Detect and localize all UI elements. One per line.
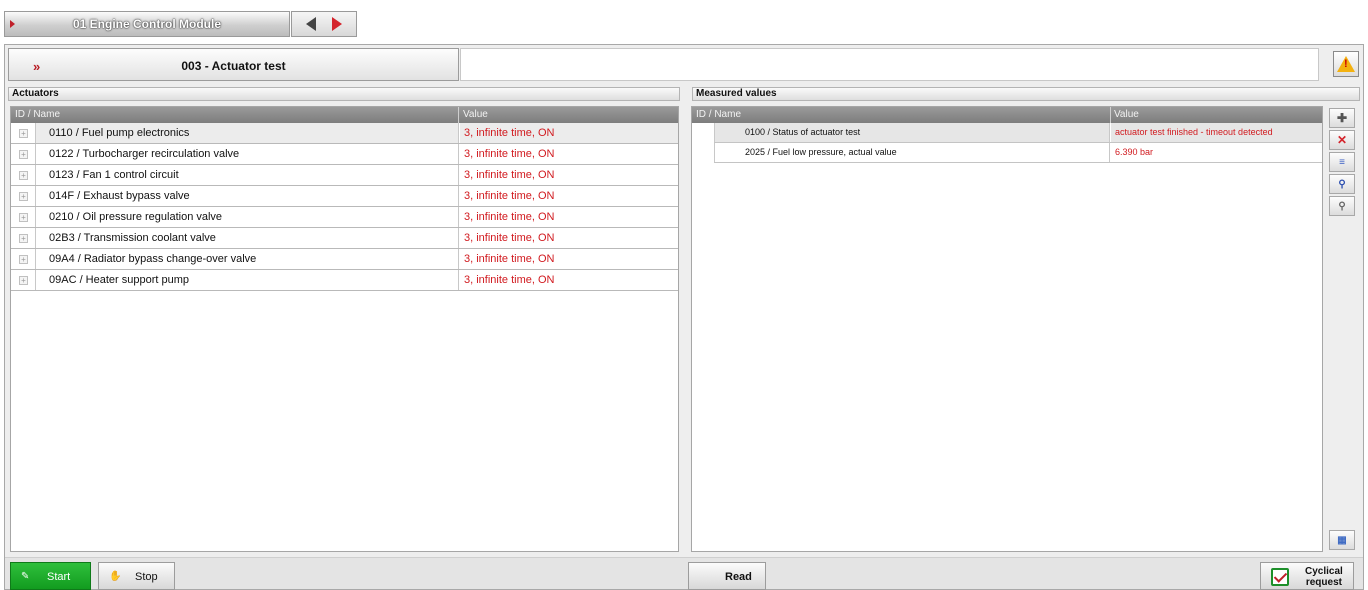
actuator-value: 3, infinite time, ON [464, 169, 555, 181]
warning-button[interactable] [1333, 51, 1359, 77]
measured-list: 0100 / Status of actuator test actuator … [692, 123, 1322, 163]
measured-column-header: ID / Name Value [692, 107, 1322, 123]
actuator-value: 3, infinite time, ON [464, 274, 555, 286]
arrow-right-icon[interactable] [332, 17, 342, 31]
delete-button[interactable]: ✕ [1329, 130, 1355, 150]
list-item[interactable]: + 0122 / Turbocharger recirculation valv… [11, 144, 678, 165]
graph-button[interactable]: ▦ [1329, 530, 1355, 550]
measured-value: actuator test finished - timeout detecte… [1111, 123, 1322, 142]
main-frame: » 003 - Actuator test Actuators ID / Nam… [4, 44, 1364, 590]
page-title: 003 - Actuator test [181, 59, 286, 73]
actuator-name: 0210 / Oil pressure regulation valve [35, 207, 459, 227]
start-icon: ✎ [21, 571, 30, 582]
read-button[interactable]: Read [688, 562, 766, 590]
expand-icon[interactable]: + [19, 150, 28, 159]
binoculars-next-icon: ⚲ [1338, 200, 1346, 212]
column-value[interactable]: Value [463, 109, 488, 120]
cyclical-request-button[interactable]: Cyclical request [1260, 562, 1354, 590]
cyclical-request-label: Cyclical request [1305, 566, 1343, 588]
actuator-name: 0110 / Fuel pump electronics [35, 123, 459, 143]
module-nav [291, 11, 357, 37]
expand-icon[interactable]: + [19, 129, 28, 138]
stop-button[interactable]: ✋ Stop [98, 562, 175, 590]
actuator-value: 3, infinite time, ON [464, 211, 555, 223]
cyclical-line1: Cyclical [1305, 566, 1343, 577]
actuator-value: 3, infinite time, ON [464, 190, 555, 202]
list-item[interactable]: 2025 / Fuel low pressure, actual value 6… [692, 143, 1322, 163]
list-item[interactable]: + 014F / Exhaust bypass valve 3, infinit… [11, 186, 678, 207]
list-item[interactable]: + 0110 / Fuel pump electronics 3, infini… [11, 123, 678, 144]
actuator-name: 09AC / Heater support pump [35, 270, 459, 290]
arrow-left-icon[interactable] [306, 17, 316, 31]
function-title-button[interactable]: » 003 - Actuator test [8, 48, 459, 81]
title-spacer [460, 48, 1319, 81]
cyclical-line2: request [1305, 577, 1342, 588]
actuators-panel: ID / Name Value + 0110 / Fuel pump elect… [10, 106, 679, 552]
actuator-name: 0123 / Fan 1 control circuit [35, 165, 459, 185]
row-gutter [692, 123, 714, 143]
expand-icon[interactable]: + [19, 276, 28, 285]
column-id-name[interactable]: ID / Name [696, 109, 741, 120]
module-label: 01 Engine Control Module [72, 17, 221, 31]
column-id-name[interactable]: ID / Name [15, 109, 60, 120]
module-button[interactable]: 01 Engine Control Module [4, 11, 290, 37]
actuator-value: 3, infinite time, ON [460, 123, 678, 143]
list-item[interactable]: + 02B3 / Transmission coolant valve 3, i… [11, 228, 678, 249]
start-button[interactable]: ✎ Start [10, 562, 91, 590]
actuator-name: 0122 / Turbocharger recirculation valve [35, 144, 459, 164]
column-separator [458, 107, 459, 123]
expand-icon[interactable]: + [19, 234, 28, 243]
footer-toolbar: ✎ Start ✋ Stop Read Cyclical request [5, 557, 1363, 590]
expand-icon[interactable]: + [19, 255, 28, 264]
checkbox-checked-icon [1271, 568, 1289, 586]
delete-icon: ✕ [1336, 133, 1348, 147]
row-gutter [692, 143, 714, 163]
column-value[interactable]: Value [1114, 109, 1139, 120]
list-item[interactable]: + 09AC / Heater support pump 3, infinite… [11, 270, 678, 291]
actuator-name: 09A4 / Radiator bypass change-over valve [35, 249, 459, 269]
actuator-name: 014F / Exhaust bypass valve [35, 186, 459, 206]
actuators-column-header: ID / Name Value [11, 107, 678, 123]
list-item[interactable]: + 0210 / Oil pressure regulation valve 3… [11, 207, 678, 228]
search-next-button[interactable]: ⚲ [1329, 196, 1355, 216]
column-separator [1110, 107, 1111, 123]
actuator-name: 02B3 / Transmission coolant valve [35, 228, 459, 248]
list-item[interactable]: 0100 / Status of actuator test actuator … [692, 123, 1322, 143]
title-bar: » 003 - Actuator test [5, 45, 1363, 85]
measured-value: 6.390 bar [1115, 147, 1154, 157]
add-button[interactable]: ✚ [1329, 108, 1355, 128]
actuator-value: 3, infinite time, ON [464, 232, 555, 244]
actuators-header: Actuators [8, 87, 680, 101]
list-item[interactable]: + 0123 / Fan 1 control circuit 3, infini… [11, 165, 678, 186]
delete-all-button[interactable]: ≡ [1329, 152, 1355, 172]
search-button[interactable]: ⚲ [1329, 174, 1355, 194]
graph-icon: ▦ [1337, 534, 1347, 546]
list-item[interactable]: + 09A4 / Radiator bypass change-over val… [11, 249, 678, 270]
read-label: Read [725, 571, 752, 583]
add-icon: ✚ [1336, 111, 1348, 125]
warning-icon [1337, 56, 1355, 72]
measured-name: 2025 / Fuel low pressure, actual value [714, 143, 1110, 162]
tool-strip: ✚ ✕ ≡ ⚲ ⚲ ▦ [1325, 106, 1359, 552]
expand-icon[interactable]: + [19, 171, 28, 180]
binoculars-icon: ⚲ [1338, 178, 1346, 190]
expand-icon[interactable]: + [19, 192, 28, 201]
actuators-list: + 0110 / Fuel pump electronics 3, infini… [11, 123, 678, 291]
expand-icon[interactable]: + [19, 213, 28, 222]
measured-values-header: Measured values [692, 87, 1360, 101]
actuator-value: 3, infinite time, ON [464, 148, 555, 160]
measured-values-panel: ID / Name Value 0100 / Status of actuato… [691, 106, 1323, 552]
stop-label: Stop [135, 571, 158, 583]
module-bar: 01 Engine Control Module [0, 8, 1368, 38]
measured-name: 0100 / Status of actuator test [714, 123, 1110, 142]
start-label: Start [47, 571, 71, 583]
delete-all-icon: ≡ [1339, 156, 1345, 168]
actuator-value: 3, infinite time, ON [464, 253, 555, 265]
stop-icon: ✋ [109, 571, 122, 582]
